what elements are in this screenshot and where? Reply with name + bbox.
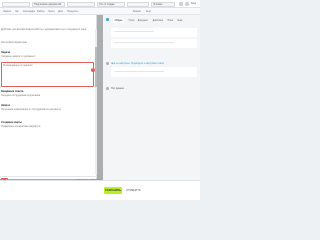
- top-field-6[interactable]: Условия: [151, 1, 175, 7]
- tab-calendar[interactable]: Календарь: [23, 10, 35, 13]
- settings-note: Шаг не настроен. Перейдите к настройке э…: [111, 62, 165, 65]
- action-item-title: Ожидание ответа: [1, 90, 24, 93]
- action-item-desc: Действие для автоматизации работы с доку…: [1, 27, 87, 31]
- action-item-desc: Получение информации от сотрудников по д…: [1, 107, 62, 111]
- action-item[interactable]: Настройка параметров: [1, 40, 94, 44]
- warning-icon: [106, 62, 109, 65]
- action-item-desc: Настройка параметров: [1, 40, 27, 44]
- card-line: [114, 31, 154, 33]
- top-field-2[interactable]: Подписание документов: [32, 1, 65, 7]
- top-field-1[interactable]: [2, 1, 30, 7]
- dialog-footer-divider: [0, 176, 97, 177]
- more-icon[interactable]: [185, 2, 189, 7]
- tab-widget[interactable]: Виджет: [133, 10, 141, 13]
- tab-more[interactable]: Ещё: [146, 10, 151, 13]
- action-item[interactable]: Ожидание ответа Передать сотрудникам под…: [1, 90, 94, 97]
- settings-tab-document[interactable]: Документ: [136, 18, 150, 23]
- bottom-action-bar: СОХРАНИТЬ ОТМЕНИТЬ: [0, 180, 200, 200]
- settings-empty-text: Нет данных: [111, 87, 125, 90]
- action-item-desc: Создание задачи по документу: [1, 54, 36, 58]
- tabs-row: Задачи Чат Календарь Файлы Лента Диск Пр…: [0, 8, 200, 15]
- settings-tab-fields[interactable]: Поля: [127, 18, 136, 23]
- settings-card-1: [111, 28, 197, 37]
- action-item-desc: Передать сотрудникам подписания: [1, 93, 41, 97]
- action-item-title: Запрос: [1, 104, 11, 107]
- settings-tabs: Общие Поля Документ Действия Роли Ещё: [103, 15, 200, 26]
- save-button[interactable]: СОХРАНИТЬ: [104, 187, 122, 194]
- settings-card-2: [111, 39, 197, 48]
- card-line: [114, 71, 164, 73]
- tab-feed[interactable]: Лента: [48, 10, 55, 13]
- action-item[interactable]: Запрос Получение информации от сотрудник…: [1, 104, 94, 111]
- action-item-title: Задача: [1, 51, 11, 54]
- top-field-4[interactable]: Кто-то создан: [97, 1, 125, 7]
- top-field-5[interactable]: [127, 1, 149, 7]
- settings-icon[interactable]: [179, 2, 183, 7]
- settings-tab-actions[interactable]: Действия: [151, 18, 165, 23]
- settings-panel: Общие Поля Документ Действия Роли Ещё Ша…: [103, 15, 200, 200]
- action-item[interactable]: Создание карты Управление элементами мар…: [1, 121, 94, 128]
- cancel-button[interactable]: ОТМЕНИТЬ: [126, 189, 141, 192]
- action-item-selected[interactable]: Рекомендации по подписи: [3, 63, 92, 67]
- settings-tab-general[interactable]: Общие: [113, 18, 125, 23]
- info-icon: [106, 18, 109, 21]
- tab-disk[interactable]: Диск: [58, 10, 63, 13]
- top-bar: Подписание документов Кто-то создан Усло…: [0, 0, 200, 8]
- tab-chat[interactable]: Чат: [15, 10, 19, 13]
- info-icon: [106, 87, 109, 90]
- tab-files[interactable]: Файлы: [37, 10, 45, 13]
- settings-tab-more[interactable]: Ещё: [176, 18, 184, 23]
- more-label[interactable]: Ещё: [190, 2, 199, 7]
- action-item[interactable]: Действие для автоматизации работы с доку…: [1, 27, 94, 31]
- action-item-desc: Управление элементами маршрута: [1, 124, 41, 128]
- action-item-desc: Рекомендации по подписи: [3, 63, 33, 67]
- settings-tab-roles[interactable]: Роли: [166, 18, 175, 23]
- top-field-3[interactable]: [67, 1, 95, 7]
- action-item[interactable]: Задача Создание задачи по документу: [1, 51, 94, 58]
- dialog-scrollbar-thumb[interactable]: [95, 47, 97, 87]
- action-item-title: Создание карты: [1, 121, 22, 124]
- settings-card-3: [111, 67, 197, 77]
- dialog-header: [0, 15, 97, 27]
- tab-tasks[interactable]: Задачи: [3, 10, 11, 13]
- card-line: [114, 42, 174, 44]
- tab-processes[interactable]: Процессы: [67, 10, 78, 13]
- add-step-dialog: Действие для автоматизации работы с доку…: [0, 15, 102, 187]
